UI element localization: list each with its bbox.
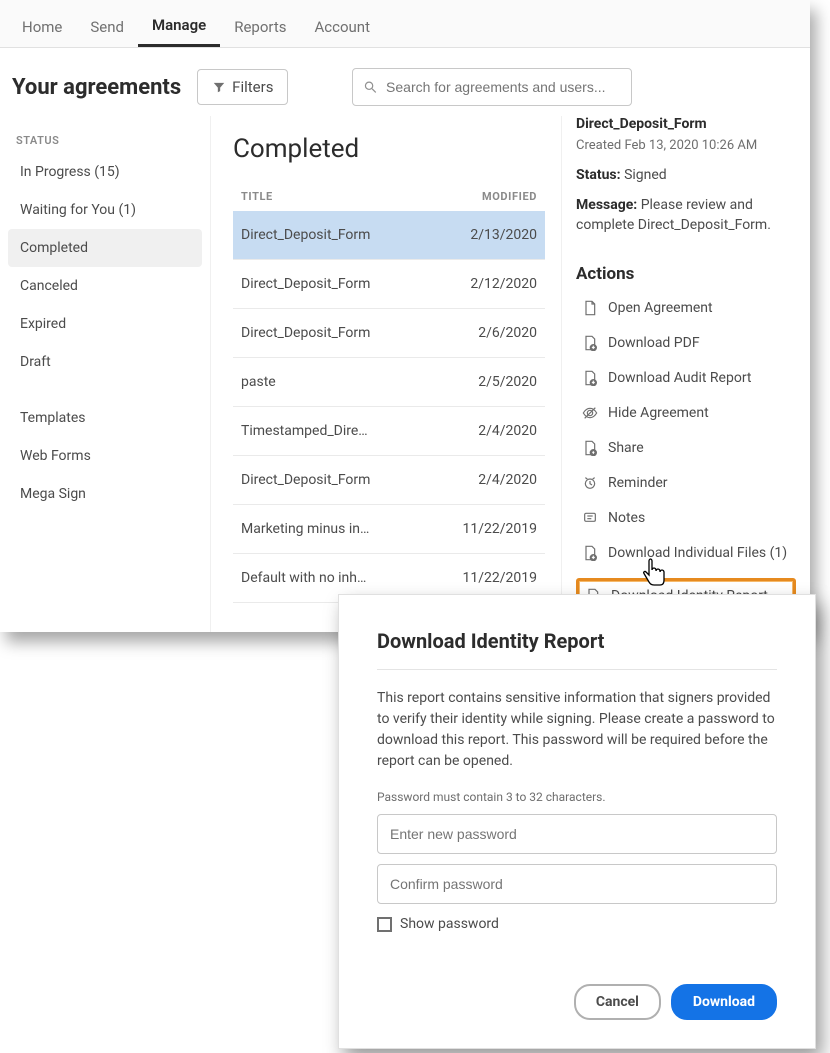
download-audit-icon xyxy=(582,370,598,386)
row-modified: 11/22/2019 xyxy=(425,505,545,554)
action-reminder[interactable]: Reminder xyxy=(576,473,796,493)
search-icon xyxy=(363,79,378,95)
filters-label: Filters xyxy=(232,78,273,96)
notes-icon xyxy=(582,510,598,526)
hide-icon xyxy=(582,405,598,421)
table-row[interactable]: Marketing minus in…11/22/2019 xyxy=(233,505,545,554)
download-identity-modal: Download Identity Report This report con… xyxy=(338,594,816,1049)
cursor-pointer-icon xyxy=(639,557,667,589)
modal-description: This report contains sensitive informati… xyxy=(377,688,777,772)
action-download-individual-files-1-[interactable]: Download Individual Files (1) xyxy=(576,543,796,563)
filters-button[interactable]: Filters xyxy=(197,69,288,105)
doc-title: Direct_Deposit_Form xyxy=(576,116,796,132)
sidebar-item-other-1[interactable]: Web Forms xyxy=(8,437,202,475)
action-hide-agreement[interactable]: Hide Agreement xyxy=(576,403,796,423)
action-label: Download Audit Report xyxy=(608,370,752,386)
table-row[interactable]: Timestamped_Dire…2/4/2020 xyxy=(233,407,545,456)
download-files-icon xyxy=(582,545,598,561)
table-row[interactable]: Direct_Deposit_Form2/6/2020 xyxy=(233,309,545,358)
modal-title: Download Identity Report xyxy=(377,629,777,653)
tab-send[interactable]: Send xyxy=(76,10,138,46)
toolbar: Your agreements Filters xyxy=(0,48,810,116)
sidebar-item-status-0[interactable]: In Progress (15) xyxy=(8,153,202,191)
tab-home[interactable]: Home xyxy=(8,10,76,46)
search-input[interactable] xyxy=(386,79,621,95)
action-notes[interactable]: Notes xyxy=(576,508,796,528)
sidebar-item-status-5[interactable]: Draft xyxy=(8,343,202,381)
action-label: Open Agreement xyxy=(608,300,713,316)
table-row[interactable]: paste2/5/2020 xyxy=(233,358,545,407)
row-title: paste xyxy=(233,358,425,407)
col-modified[interactable]: MODIFIED xyxy=(425,182,545,211)
sidebar-item-status-4[interactable]: Expired xyxy=(8,305,202,343)
password-hint: Password must contain 3 to 32 characters… xyxy=(377,790,777,804)
confirm-password-field[interactable] xyxy=(377,864,777,904)
row-title: Timestamped_Dire… xyxy=(233,407,425,456)
show-password-label: Show password xyxy=(400,916,499,932)
cancel-button[interactable]: Cancel xyxy=(574,984,661,1020)
status-line: Status: Signed xyxy=(576,167,796,183)
row-modified: 2/13/2020 xyxy=(425,211,545,260)
tab-reports[interactable]: Reports xyxy=(220,10,300,46)
search-box[interactable] xyxy=(352,68,632,106)
status-group-label: STATUS xyxy=(8,128,202,153)
sidebar: STATUS In Progress (15)Waiting for You (… xyxy=(0,116,210,632)
checkbox-icon[interactable] xyxy=(377,917,392,932)
action-download-pdf[interactable]: Download PDF xyxy=(576,333,796,353)
page-title: Your agreements xyxy=(12,75,185,100)
actions-heading: Actions xyxy=(576,264,796,284)
table-row[interactable]: Direct_Deposit_Form2/4/2020 xyxy=(233,456,545,505)
action-label: Share xyxy=(608,440,644,456)
message-line: Message: Please review and complete Dire… xyxy=(576,195,796,236)
download-button[interactable]: Download xyxy=(671,984,777,1020)
row-title: Direct_Deposit_Form xyxy=(233,309,425,358)
tab-account[interactable]: Account xyxy=(301,10,385,46)
col-title[interactable]: TITLE xyxy=(233,182,425,211)
action-share[interactable]: Share xyxy=(576,438,796,458)
action-label: Notes xyxy=(608,510,645,526)
sidebar-item-other-2[interactable]: Mega Sign xyxy=(8,475,202,513)
details-panel: Direct_Deposit_Form Created Feb 13, 2020… xyxy=(562,116,810,632)
sidebar-item-other-0[interactable]: Templates xyxy=(8,399,202,437)
row-modified: 2/5/2020 xyxy=(425,358,545,407)
show-password-toggle[interactable]: Show password xyxy=(377,916,777,932)
action-label: Download Individual Files (1) xyxy=(608,545,787,561)
file-icon xyxy=(582,300,598,316)
row-title: Direct_Deposit_Form xyxy=(233,211,425,260)
action-download-audit-report[interactable]: Download Audit Report xyxy=(576,368,796,388)
center-panel: Completed TITLE MODIFIED Direct_Deposit_… xyxy=(210,116,562,632)
action-label: Download PDF xyxy=(608,335,700,351)
center-heading: Completed xyxy=(233,134,545,164)
tab-manage[interactable]: Manage xyxy=(138,8,220,47)
created-line: Created Feb 13, 2020 10:26 AM xyxy=(576,138,796,153)
top-nav: HomeSendManageReportsAccount xyxy=(0,0,810,48)
row-title: Direct_Deposit_Form xyxy=(233,456,425,505)
row-modified: 2/12/2020 xyxy=(425,260,545,309)
reminder-icon xyxy=(582,475,598,491)
row-title: Direct_Deposit_Form xyxy=(233,260,425,309)
row-modified: 2/6/2020 xyxy=(425,309,545,358)
row-modified: 2/4/2020 xyxy=(425,456,545,505)
sidebar-item-status-2[interactable]: Completed xyxy=(8,229,202,267)
new-password-field[interactable] xyxy=(377,814,777,854)
row-title: Marketing minus in… xyxy=(233,505,425,554)
action-label: Hide Agreement xyxy=(608,405,709,421)
table-row[interactable]: Direct_Deposit_Form2/12/2020 xyxy=(233,260,545,309)
action-open-agreement[interactable]: Open Agreement xyxy=(576,298,796,318)
agreements-table: TITLE MODIFIED Direct_Deposit_Form2/13/2… xyxy=(233,182,545,603)
sidebar-item-status-1[interactable]: Waiting for You (1) xyxy=(8,191,202,229)
row-modified: 2/4/2020 xyxy=(425,407,545,456)
download-pdf-icon xyxy=(582,335,598,351)
sidebar-item-status-3[interactable]: Canceled xyxy=(8,267,202,305)
action-label: Reminder xyxy=(608,475,668,491)
filter-icon xyxy=(212,80,226,94)
table-row[interactable]: Direct_Deposit_Form2/13/2020 xyxy=(233,211,545,260)
share-icon xyxy=(582,440,598,456)
